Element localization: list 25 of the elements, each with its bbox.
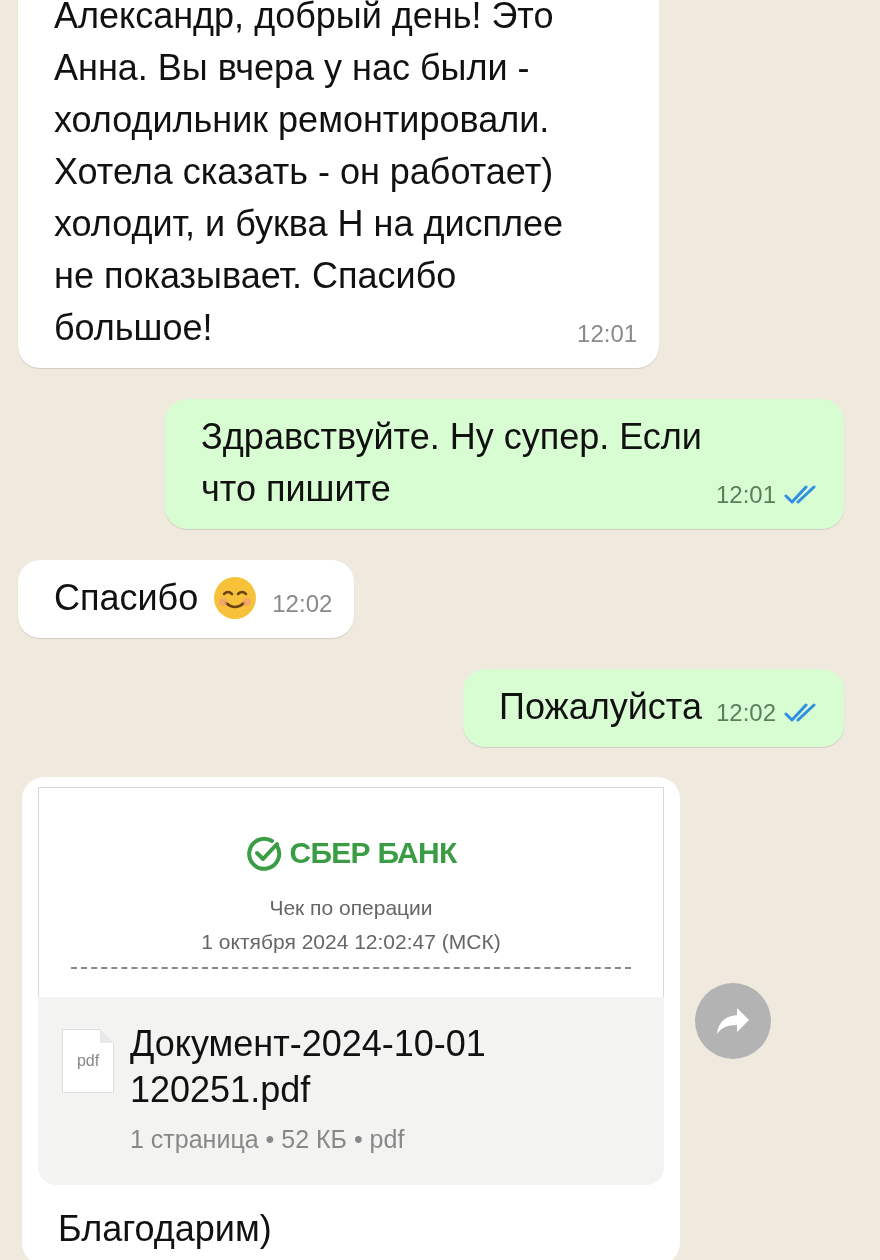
message-text: Благодарим)	[57, 1206, 273, 1251]
outgoing-message-bubble[interactable]: Здравствуйте. Ну супер. Если что пишите 12:01	[165, 399, 844, 529]
message-text: Спасибо	[54, 576, 199, 620]
message-time: 12:02	[715, 698, 776, 728]
bank-name: СБЕР БАНК	[289, 835, 457, 871]
receipt-preview[interactable]: СБЕР БАНК Чек по операции 1 октября 2024 12:02:47 (МСК)	[38, 787, 664, 997]
file-card[interactable]: pdf Документ-2024-10-01 120251.pdf 1 страница • 52 КБ • pdf	[38, 997, 664, 1185]
file-type-badge: pdf	[62, 1029, 114, 1093]
receipt-title: Чек по операции	[269, 895, 433, 921]
message-text: Пожалуйста	[499, 685, 702, 729]
share-arrow-icon	[715, 1005, 751, 1036]
document-bubble[interactable]: СБЕР БАНК Чек по операции 1 октября 2024 12:02:47 (МСК) pdf Документ-2024-10-01 120251.pdf 1 страница • 52 КБ • pdf Благодарим)	[22, 777, 680, 1260]
file-name: Документ-2024-10-01 120251.pdf	[130, 1022, 486, 1112]
message-time: 12:01	[715, 480, 776, 510]
message-text: Александр, добрый день! Это Анна. Вы вчера у нас были - холодильник ремонтировали. Хотела сказать - он работает) холодит, и буква Н на дисплее не показывает. Спасибо большое!	[54, 0, 564, 350]
message-time: 12:02	[272, 589, 333, 619]
outgoing-message-bubble[interactable]: Пожалуйста 12:02	[463, 669, 844, 747]
receipt-date: 1 октября 2024 12:02:47 (МСК)	[201, 929, 501, 955]
incoming-message-bubble[interactable]: Спасибо 12:02	[18, 560, 355, 638]
file-details: 1 страница • 52 КБ • pdf	[130, 1124, 406, 1155]
smiling-face-icon	[212, 575, 259, 621]
message-text: Здравствуйте. Ну супер. Если что пишите	[201, 415, 702, 511]
message-time: 12:01	[577, 319, 638, 349]
sber-logo-icon	[245, 834, 282, 871]
incoming-message-bubble[interactable]: Александр, добрый день! Это Анна. Вы вчера у нас были - холодильник ремонтировали. Хотела сказать - он работает) холодит, и буква Н на дисплее не показывает. Спасибо большое! 12:01	[18, 0, 660, 368]
